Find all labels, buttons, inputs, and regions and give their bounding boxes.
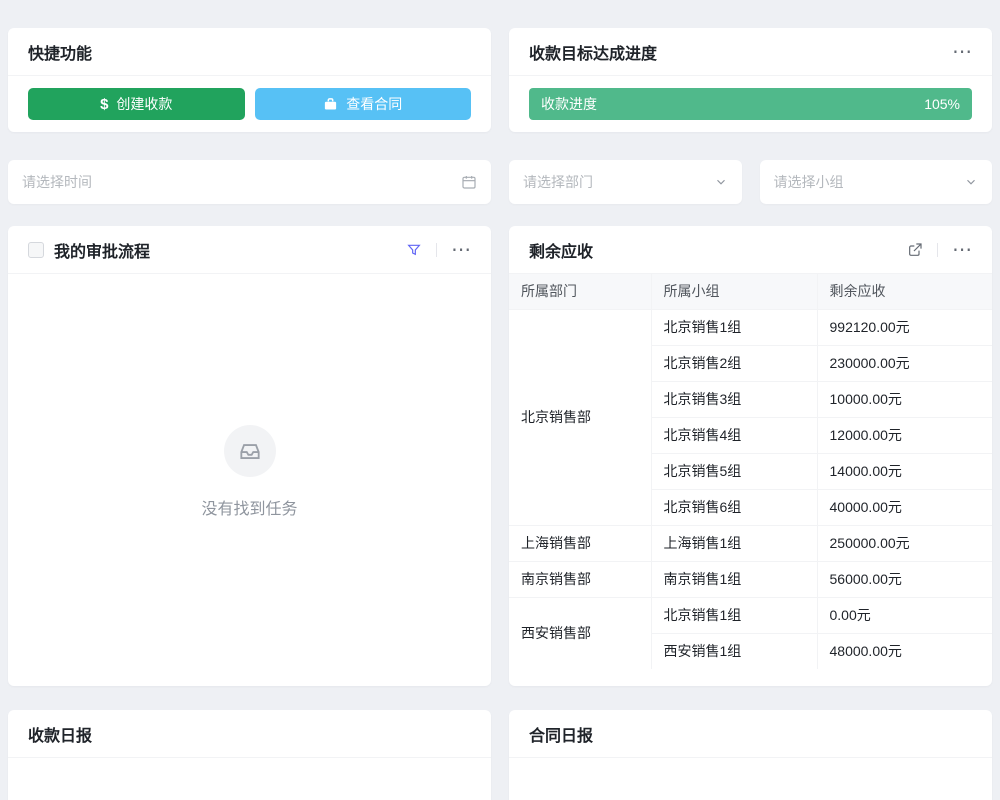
empty-state-text: 没有找到任务 (201, 495, 297, 519)
more-icon[interactable]: ⋯ (952, 240, 972, 260)
amount-cell: 12000.00元 (817, 417, 992, 453)
contract-daily-title: 合同日报 (529, 722, 593, 746)
briefcase-icon (323, 97, 338, 112)
table-row: 北京销售部 北京销售1组 992120.00元 (509, 309, 992, 345)
receivables-table: 所属部门 所属小组 剩余应收 北京销售部 北京销售1组 992120.00元 北… (509, 274, 992, 669)
approval-flow-card: 我的审批流程 ⋯ (8, 226, 491, 686)
quick-actions-title: 快捷功能 (28, 40, 92, 64)
col-group: 所属小组 (651, 274, 817, 309)
department-select-placeholder: 请选择部门 (523, 172, 706, 192)
empty-state: 没有找到任务 (8, 266, 491, 677)
progress-bar-value: 105% (924, 96, 960, 112)
chevron-down-icon (714, 175, 728, 189)
group-cell: 北京销售1组 (651, 597, 817, 633)
col-amount: 剩余应收 (817, 274, 992, 309)
payment-daily-title: 收款日报 (28, 722, 92, 746)
progress-bar-label: 收款进度 (541, 94, 597, 114)
department-cell: 北京销售部 (509, 309, 651, 525)
group-cell: 上海销售1组 (651, 525, 817, 561)
table-row: 南京销售部 南京销售1组 56000.00元 (509, 561, 992, 597)
group-cell: 西安销售1组 (651, 633, 817, 669)
filter-icon[interactable] (406, 242, 422, 258)
inbox-icon (237, 438, 263, 464)
group-cell: 北京销售3组 (651, 381, 817, 417)
divider (436, 243, 437, 257)
group-cell: 南京销售1组 (651, 561, 817, 597)
create-payment-button[interactable]: $ 创建收款 (28, 88, 245, 120)
collection-progress-body: 收款进度 105% (509, 76, 992, 132)
receivables-title: 剩余应收 (529, 238, 593, 262)
amount-cell: 40000.00元 (817, 489, 992, 525)
group-select[interactable]: 请选择小组 (760, 160, 993, 204)
amount-cell: 0.00元 (817, 597, 992, 633)
collection-progress-card: 收款目标达成进度 ⋯ 收款进度 105% (509, 28, 992, 132)
col-department: 所属部门 (509, 274, 651, 309)
more-icon[interactable]: ⋯ (451, 240, 471, 260)
more-icon[interactable]: ⋯ (952, 42, 972, 62)
amount-cell: 10000.00元 (817, 381, 992, 417)
amount-cell: 48000.00元 (817, 633, 992, 669)
amount-cell: 250000.00元 (817, 525, 992, 561)
payment-daily-card: 收款日报 (8, 710, 491, 800)
receivables-card: 剩余应收 ⋯ 所属部门 所属小组 (509, 226, 992, 686)
empty-state-circle (224, 425, 276, 477)
external-link-icon[interactable] (907, 242, 923, 258)
group-select-placeholder: 请选择小组 (774, 172, 957, 192)
table-row: 上海销售部 上海销售1组 250000.00元 (509, 525, 992, 561)
quick-actions-body: $ 创建收款 查看合同 (8, 76, 491, 132)
group-cell: 北京销售5组 (651, 453, 817, 489)
collection-progress-bar: 收款进度 105% (529, 88, 972, 120)
department-cell: 上海销售部 (509, 525, 651, 561)
amount-cell: 992120.00元 (817, 309, 992, 345)
approval-flow-title: 我的审批流程 (54, 238, 150, 262)
amount-cell: 230000.00元 (817, 345, 992, 381)
department-select[interactable]: 请选择部门 (509, 160, 742, 204)
department-cell: 西安销售部 (509, 597, 651, 669)
view-contract-label: 查看合同 (346, 94, 402, 114)
select-all-checkbox[interactable] (28, 242, 44, 258)
table-row: 西安销售部 北京销售1组 0.00元 (509, 597, 992, 633)
dollar-icon: $ (100, 96, 108, 113)
table-header-row: 所属部门 所属小组 剩余应收 (509, 274, 992, 309)
quick-actions-header: 快捷功能 (8, 28, 491, 76)
quick-actions-card: 快捷功能 $ 创建收款 查看合同 (8, 28, 491, 132)
group-cell: 北京销售6组 (651, 489, 817, 525)
collection-progress-title: 收款目标达成进度 (529, 40, 657, 64)
contract-daily-card: 合同日报 (509, 710, 992, 800)
amount-cell: 14000.00元 (817, 453, 992, 489)
group-cell: 北京销售4组 (651, 417, 817, 453)
receivables-header: 剩余应收 ⋯ (509, 226, 992, 274)
time-picker-input[interactable] (22, 174, 453, 190)
group-cell: 北京销售2组 (651, 345, 817, 381)
time-picker[interactable] (8, 160, 491, 204)
collection-progress-header: 收款目标达成进度 ⋯ (509, 28, 992, 76)
department-cell: 南京销售部 (509, 561, 651, 597)
contract-daily-header: 合同日报 (509, 710, 992, 758)
create-payment-label: 创建收款 (116, 94, 172, 114)
dashboard-page: 快捷功能 $ 创建收款 查看合同 (0, 0, 1000, 800)
amount-cell: 56000.00元 (817, 561, 992, 597)
right-filters: 请选择部门 请选择小组 (509, 160, 992, 204)
view-contract-button[interactable]: 查看合同 (255, 88, 472, 120)
chevron-down-icon (964, 175, 978, 189)
payment-daily-header: 收款日报 (8, 710, 491, 758)
group-cell: 北京销售1组 (651, 309, 817, 345)
calendar-icon[interactable] (461, 174, 477, 190)
divider (937, 243, 938, 257)
